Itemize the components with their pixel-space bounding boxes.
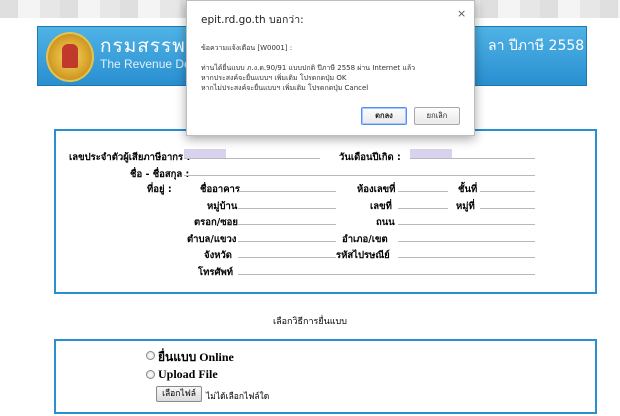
house-no-line: [398, 199, 448, 209]
phone-line: [238, 265, 535, 275]
upload-file-label[interactable]: Upload File: [158, 367, 218, 382]
soi-label: ตรอก/ซอย: [194, 217, 238, 228]
close-icon[interactable]: ×: [457, 7, 466, 20]
phone-label: โทรศัพท์: [198, 267, 234, 278]
ok-button[interactable]: ตกลง: [361, 107, 407, 125]
dialog-message-code: ข้อความแจ้งเตือน [W0001] :: [201, 44, 293, 52]
online-filing-radio[interactable]: [146, 351, 155, 360]
tax-id-label: เลขประจำตัวผู้เสียภาษีอากร :: [69, 152, 191, 163]
room-no-label: ห้องเลขที่: [357, 184, 396, 195]
house-no-label: เลขที่: [370, 201, 392, 212]
cancel-button[interactable]: ยกเลิก: [414, 107, 460, 125]
postcode-label: รหัสไปรษณีย์: [336, 250, 390, 261]
moo-line: [480, 199, 535, 209]
floor-line: [480, 182, 535, 192]
address-label: ที่อยู่ :: [147, 184, 172, 195]
province-label: จังหวัด: [204, 250, 232, 261]
village-label: หมู่บ้าน: [207, 201, 238, 212]
floor-label: ชั้นที่: [458, 184, 478, 195]
birth-date-line: [410, 149, 535, 159]
province-line: [238, 248, 336, 258]
soi-line: [238, 215, 336, 225]
village-line: [238, 199, 336, 209]
file-status-text: ไม่ได้เลือกไฟล์ใด: [206, 392, 270, 402]
filing-options-box: [54, 339, 597, 414]
dialog-title: epit.rd.go.th บอกว่า:: [201, 14, 304, 26]
road-line: [398, 215, 535, 225]
subdistrict-line: [238, 232, 336, 242]
name-line: [184, 166, 535, 176]
banner-tax-year: ลา ปีภาษี 2558: [488, 38, 585, 54]
road-label: ถนน: [376, 217, 395, 228]
tax-id-line: [184, 149, 320, 159]
moo-label: หมู่ที่: [456, 201, 475, 212]
building-label: ชื่ออาคาร: [200, 184, 240, 195]
revenue-department-logo: [46, 32, 94, 82]
room-no-line: [398, 182, 448, 192]
district-label: อำเภอ/เขต: [342, 234, 388, 245]
postcode-line: [398, 248, 535, 258]
choose-file-button[interactable]: เลือกไฟล์: [156, 386, 202, 402]
birth-date-label: วันเดือนปีเกิด :: [339, 152, 401, 163]
filing-method-title: เลือกวิธีการยื่นแบบ: [273, 317, 347, 327]
name-label: ชื่อ - ชื่อสกุล :: [130, 169, 190, 180]
upload-file-radio[interactable]: [146, 370, 155, 379]
district-line: [398, 232, 535, 242]
alert-dialog: epit.rd.go.th บอกว่า: × ข้อความแจ้งเตือน…: [186, 0, 475, 136]
online-filing-label[interactable]: ยื่นแบบ Online: [158, 348, 234, 367]
dialog-message-line-3: หากไม่ประสงค์จะยื่นแบบฯ เพิ่มเติม โปรดกด…: [201, 84, 369, 92]
subdistrict-label: ตำบล/แขวง: [187, 234, 237, 245]
building-line: [238, 182, 336, 192]
